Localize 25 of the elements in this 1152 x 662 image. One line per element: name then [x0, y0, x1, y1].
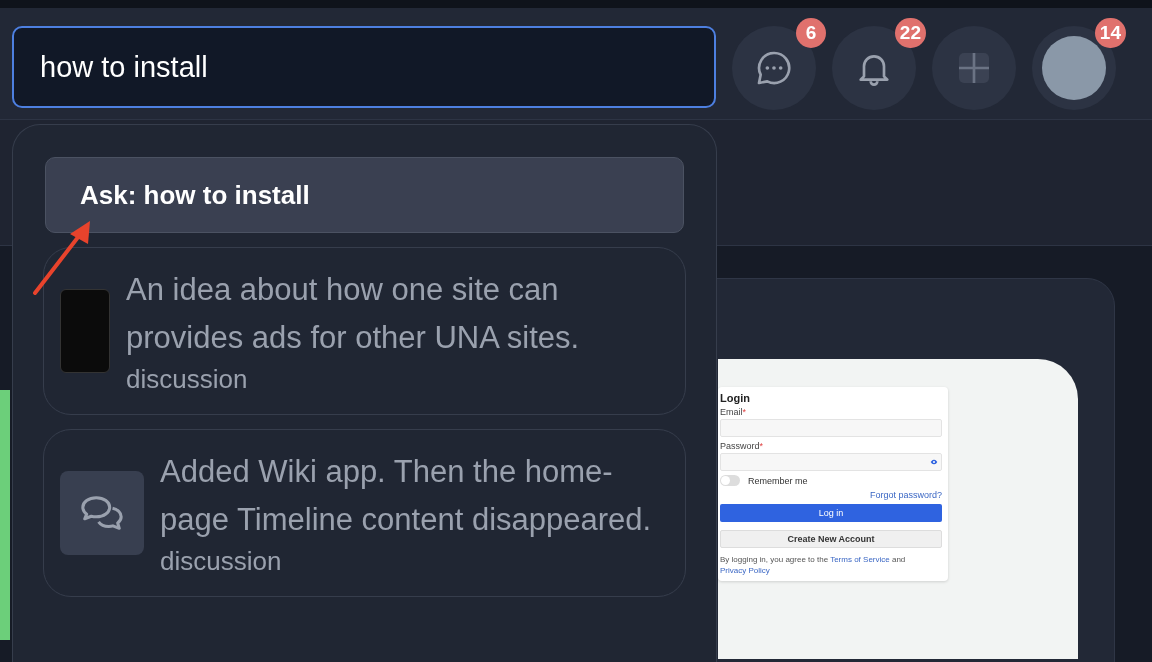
count-badge: 6 — [796, 18, 826, 48]
count-badge: 14 — [1094, 18, 1126, 48]
result-type: discussion — [126, 363, 249, 396]
toggle-switch[interactable] — [720, 475, 740, 486]
ask-button[interactable]: Ask: how to install — [45, 157, 684, 233]
result-title: Added Wiki app. Then the home-page Timeline content disappeared. — [160, 453, 653, 539]
search-result[interactable]: Added Wiki app. Then the home-page Timeline content disappeared. discussion — [43, 429, 686, 597]
terms-text: By logging in, you agree to the Terms of Service and Privacy Policy — [720, 554, 907, 576]
field-label: Password* — [720, 441, 765, 451]
count-badge: 22 — [894, 18, 926, 48]
result-title: An idea about how one site can provides ads for other UNA sites. — [126, 271, 581, 357]
login-title: Login — [720, 392, 751, 404]
email-field[interactable] — [720, 419, 942, 437]
field-label: Email* — [720, 407, 748, 417]
eye-icon — [930, 458, 938, 466]
create-account-button[interactable]: Create New Account — [720, 530, 942, 548]
search-field[interactable]: how to install — [12, 26, 716, 108]
login-button[interactable]: Log in — [720, 504, 942, 522]
forgot-password-link[interactable]: Forgot password? — [720, 490, 942, 500]
search-result[interactable]: An idea about how one site can provides ads for other UNA sites. discussion — [43, 247, 686, 415]
password-field[interactable] — [720, 453, 942, 471]
remember-label: Remember me — [748, 475, 808, 486]
privacy-link[interactable]: Privacy Policy — [720, 566, 770, 575]
result-type: discussion — [160, 545, 283, 578]
terms-link[interactable]: Terms of Service — [830, 555, 890, 564]
